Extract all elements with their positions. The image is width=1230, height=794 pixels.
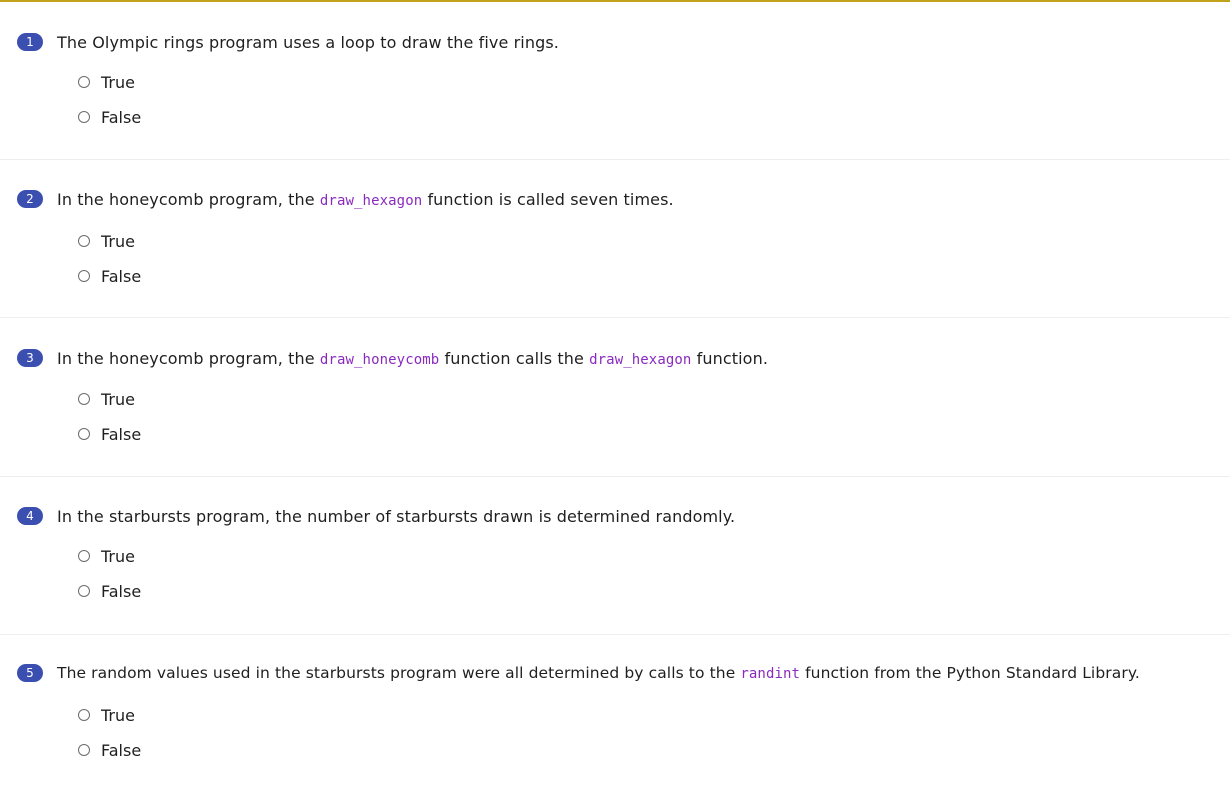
question-prompt: 4 In the starbursts program, the number … (17, 505, 735, 527)
option-label: False (101, 266, 142, 286)
question-number-badge: 2 (17, 190, 43, 208)
radio-button[interactable] (78, 235, 90, 247)
option-true[interactable]: True (78, 230, 135, 252)
question-number-badge: 5 (17, 664, 43, 682)
question-text: The random values used in the starbursts… (57, 664, 1140, 682)
option-false[interactable]: False (78, 739, 141, 761)
question-number-badge: 1 (17, 33, 43, 51)
option-label: True (101, 72, 135, 92)
radio-button[interactable] (78, 744, 90, 756)
radio-button[interactable] (78, 709, 90, 721)
question-divider (0, 159, 1230, 160)
radio-button[interactable] (78, 585, 90, 597)
question-prompt: 3 In the honeycomb program, the draw_hon… (17, 347, 768, 369)
question-number-badge: 3 (17, 349, 43, 367)
radio-button[interactable] (78, 76, 90, 88)
option-label: False (101, 107, 142, 127)
question-divider (0, 634, 1230, 635)
code-span: randint (740, 666, 801, 682)
option-false[interactable]: False (78, 580, 141, 602)
option-label: True (101, 705, 135, 725)
code-span: draw_hexagon (319, 192, 423, 209)
option-label: False (101, 424, 142, 444)
question-text: The Olympic rings program uses a loop to… (57, 32, 559, 52)
option-label: False (101, 740, 142, 760)
option-true[interactable]: True (78, 71, 135, 93)
option-true[interactable]: True (78, 388, 135, 410)
question-text: In the honeycomb program, the draw_honey… (57, 348, 768, 368)
option-true[interactable]: True (78, 545, 135, 567)
option-false[interactable]: False (78, 423, 141, 445)
option-true[interactable]: True (78, 704, 135, 726)
question-text: In the starbursts program, the number of… (57, 506, 736, 526)
code-span: draw_hexagon (589, 351, 692, 368)
option-label: True (101, 546, 135, 566)
code-span: draw_honeycomb (319, 351, 440, 368)
question-divider (0, 317, 1230, 318)
question-text: In the honeycomb program, the draw_hexag… (57, 189, 674, 209)
radio-button[interactable] (78, 393, 90, 405)
radio-button[interactable] (78, 428, 90, 440)
question-divider (0, 476, 1230, 477)
radio-button[interactable] (78, 111, 90, 123)
option-label: False (101, 581, 142, 601)
option-label: True (101, 389, 135, 409)
radio-button[interactable] (78, 550, 90, 562)
question-prompt: 2 In the honeycomb program, the draw_hex… (17, 188, 674, 210)
question-number-badge: 4 (17, 507, 43, 525)
question-prompt: 5 The random values used in the starburs… (17, 662, 1140, 684)
option-false[interactable]: False (78, 106, 141, 128)
option-label: True (101, 231, 135, 251)
radio-button[interactable] (78, 270, 90, 282)
question-prompt: 1 The Olympic rings program uses a loop … (17, 31, 559, 53)
option-false[interactable]: False (78, 265, 141, 287)
